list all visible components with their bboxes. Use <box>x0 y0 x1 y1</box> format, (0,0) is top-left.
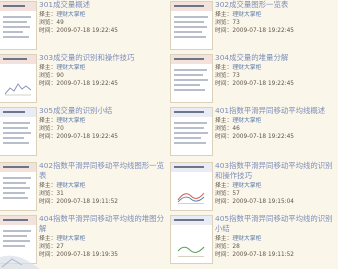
video-card[interactable]: 303成交量的识别和操作技巧 择主：理财大掌柜 浏览：90 时间：2009-07… <box>0 53 168 104</box>
time-row: 时间：2009-07-18 19:22:45 <box>215 28 294 34</box>
video-card[interactable]: 302成交量图形一览表 择主：理财大掌柜 浏览：73 时间：2009-07-18… <box>170 0 338 51</box>
time-row: 时间：2009-07-18 19:19:35 <box>39 252 118 258</box>
author-row: 择主：理财大掌柜 <box>39 183 86 189</box>
time-row: 时间：2009-07-18 19:22:45 <box>39 28 118 34</box>
video-title-link[interactable]: 401指数平滑异同移动平均线概述 <box>215 106 336 116</box>
video-thumbnail[interactable] <box>0 215 37 264</box>
video-card[interactable]: 304成交量的堆量分解 择主：理财大掌柜 浏览：73 时间：2009-07-18… <box>170 53 338 104</box>
author-row: 择主：理财大掌柜 <box>215 236 262 242</box>
video-title-link[interactable]: 405指数平滑异同移动平均线的识别小结 <box>215 214 336 234</box>
views-row: 浏览：73 <box>215 20 240 26</box>
chart-figure-icon <box>5 83 31 96</box>
views-row: 浏览：57 <box>215 191 240 197</box>
video-card[interactable]: 404指数平滑异同移动平均线的堆图分解 择主：理财大掌柜 浏览：27 时间：20… <box>0 214 168 265</box>
video-title-link[interactable]: 302成交量图形一览表 <box>215 0 336 10</box>
video-thumbnail[interactable] <box>0 54 37 103</box>
video-thumbnail[interactable] <box>170 215 213 264</box>
views-row: 浏览：90 <box>39 73 64 79</box>
author-row: 择主：理财大掌柜 <box>215 65 262 71</box>
video-card[interactable]: 405指数平滑异同移动平均线的识别小结 择主：理财大掌柜 浏览：28 时间：20… <box>170 214 338 265</box>
time-row: 时间：2009-07-18 19:22:45 <box>215 81 294 87</box>
video-list: 301成交量概述 择主：理财大掌柜 浏览：49 时间：2009-07-18 19… <box>0 0 338 269</box>
time-row: 时间：2009-07-18 19:22:45 <box>215 134 294 140</box>
time-row: 时间：2009-07-18 19:22:45 <box>39 134 118 140</box>
video-card[interactable]: 401指数平滑异同移动平均线概述 择主：理财大掌柜 浏览：46 时间：2009-… <box>170 106 338 157</box>
views-row: 浏览：31 <box>39 191 64 197</box>
video-title-link[interactable]: 304成交量的堆量分解 <box>215 53 336 63</box>
video-thumbnail[interactable] <box>0 107 37 156</box>
video-card[interactable]: 305成交量的识别小结 择主：理财大掌柜 浏览：70 时间：2009-07-18… <box>0 106 168 157</box>
video-thumbnail[interactable] <box>0 162 37 211</box>
author-row: 择主：理财大掌柜 <box>39 118 86 124</box>
views-row: 浏览：27 <box>39 244 64 250</box>
video-card[interactable]: 403指数平滑异同移动平均线的识别和操作技巧 择主：理财大掌柜 浏览：57 时间… <box>170 161 338 212</box>
views-row: 浏览：28 <box>215 244 240 250</box>
views-row: 浏览：46 <box>215 126 240 132</box>
video-card[interactable]: 402指数平滑异同移动平均线图形一览表 择主：理财大掌柜 浏览：31 时间：20… <box>0 161 168 212</box>
video-title-link[interactable]: 301成交量概述 <box>39 0 166 10</box>
time-row: 时间：2009-07-18 19:11:52 <box>39 199 118 205</box>
video-thumbnail[interactable] <box>170 107 213 156</box>
video-title-link[interactable]: 404指数平滑异同移动平均线的堆图分解 <box>39 214 166 234</box>
author-row: 择主：理财大掌柜 <box>215 118 262 124</box>
author-row: 择主：理财大掌柜 <box>39 236 86 242</box>
views-row: 浏览：73 <box>215 73 240 79</box>
video-title-link[interactable]: 402指数平滑异同移动平均线图形一览表 <box>39 161 166 181</box>
video-title-link[interactable]: 303成交量的识别和操作技巧 <box>39 53 166 63</box>
video-thumbnail[interactable] <box>170 54 213 103</box>
video-thumbnail[interactable] <box>170 162 213 211</box>
time-row: 时间：2009-07-18 19:15:04 <box>215 199 294 205</box>
views-row: 浏览：49 <box>39 20 64 26</box>
author-row: 择主：理财大掌柜 <box>39 65 86 71</box>
chart-figure-icon <box>177 192 205 204</box>
author-row: 择主：理财大掌柜 <box>215 183 262 189</box>
author-row: 择主：理财大掌柜 <box>215 12 262 18</box>
video-card[interactable]: 301成交量概述 择主：理财大掌柜 浏览：49 时间：2009-07-18 19… <box>0 0 168 51</box>
video-thumbnail[interactable] <box>170 1 213 50</box>
video-thumbnail[interactable] <box>0 1 37 50</box>
chart-figure-icon <box>177 246 205 257</box>
time-row: 时间：2009-07-18 19:22:45 <box>39 81 118 87</box>
video-title-link[interactable]: 403指数平滑异同移动平均线的识别和操作技巧 <box>215 161 336 181</box>
time-row: 时间：2009-07-18 19:11:52 <box>215 252 294 258</box>
video-title-link[interactable]: 305成交量的识别小结 <box>39 106 166 116</box>
views-row: 浏览：70 <box>39 126 64 132</box>
author-row: 择主：理财大掌柜 <box>39 12 86 18</box>
